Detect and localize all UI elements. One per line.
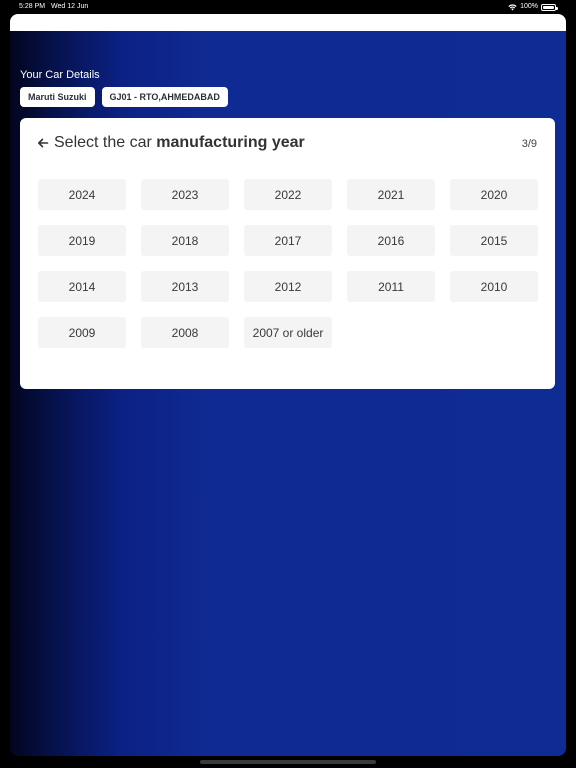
year-button-2024[interactable]: 2024 xyxy=(38,179,126,210)
car-details-label: Your Car Details xyxy=(20,69,100,81)
year-selection-card: Select the car manufacturing year 3/9 20… xyxy=(20,118,555,389)
card-title-prefix: Select the car xyxy=(54,134,157,151)
year-button-2008[interactable]: 2008 xyxy=(141,317,229,348)
year-button-2009[interactable]: 2009 xyxy=(38,317,126,348)
year-button-2019[interactable]: 2019 xyxy=(38,225,126,256)
app-frame: Your Car Details Maruti Suzuki GJ01 - RT… xyxy=(10,14,566,756)
year-button-2018[interactable]: 2018 xyxy=(141,225,229,256)
year-button-2011[interactable]: 2011 xyxy=(347,271,435,302)
year-button-2014[interactable]: 2014 xyxy=(38,271,126,302)
year-button-2015[interactable]: 2015 xyxy=(450,225,538,256)
status-right: 100% xyxy=(508,0,558,14)
year-button-2012[interactable]: 2012 xyxy=(244,271,332,302)
battery-percent: 100% xyxy=(520,3,538,10)
status-time: 5:28 PM xyxy=(19,3,46,10)
step-counter: 3/9 xyxy=(521,138,537,150)
year-button-2020[interactable]: 2020 xyxy=(450,179,538,210)
home-indicator[interactable] xyxy=(200,760,376,764)
top-strip xyxy=(10,14,566,31)
year-button-2022[interactable]: 2022 xyxy=(244,179,332,210)
card-header: Select the car manufacturing year xyxy=(37,134,305,152)
year-button-2021[interactable]: 2021 xyxy=(347,179,435,210)
year-button-2010[interactable]: 2010 xyxy=(450,271,538,302)
battery-icon xyxy=(541,3,558,11)
wifi-icon xyxy=(508,3,517,10)
year-button-2016[interactable]: 2016 xyxy=(347,225,435,256)
year-button-2017[interactable]: 2017 xyxy=(244,225,332,256)
chip-rto[interactable]: GJ01 - RTO,AHMEDABAD xyxy=(101,87,228,107)
year-button-2013[interactable]: 2013 xyxy=(141,271,229,302)
status-date: Wed 12 Jun xyxy=(51,3,89,10)
year-grid: 2024 2023 2022 2021 2020 2019 2018 2017 … xyxy=(38,179,538,348)
card-title: Select the car manufacturing year xyxy=(54,134,305,152)
status-bar: 5:28 PM Wed 12 Jun 100% xyxy=(0,0,576,14)
chip-car-brand[interactable]: Maruti Suzuki xyxy=(20,87,95,107)
year-button-2023[interactable]: 2023 xyxy=(141,179,229,210)
card-title-bold: manufacturing year xyxy=(156,134,305,151)
year-button-2007-or-older[interactable]: 2007 or older xyxy=(244,317,332,348)
car-details-chips: Maruti Suzuki GJ01 - RTO,AHMEDABAD xyxy=(20,87,228,107)
arrow-left-icon[interactable] xyxy=(37,137,49,149)
